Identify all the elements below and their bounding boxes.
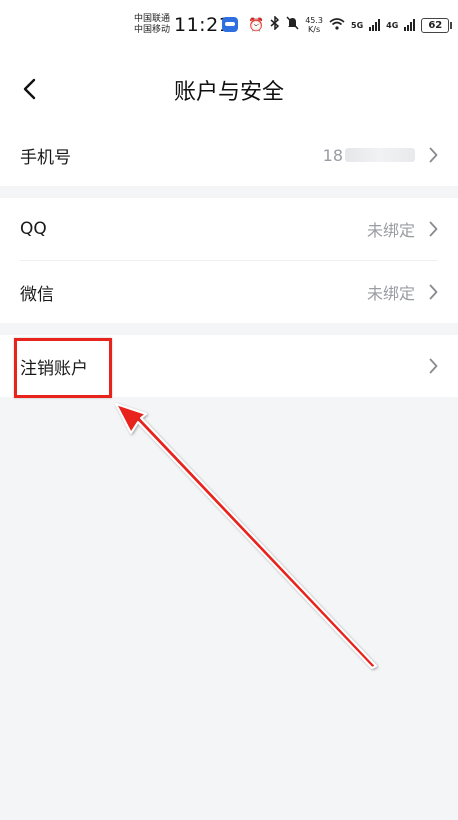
battery-icon: 62	[421, 17, 453, 33]
wechat-label: 微信	[20, 284, 54, 305]
phone-label: 手机号	[20, 147, 71, 168]
status-icons: ⏰ 45.3 K/s 5G 4G 62	[248, 15, 453, 35]
signal-icon-2	[404, 19, 416, 31]
page-header: 账户与安全	[0, 52, 458, 128]
page-title: 账户与安全	[173, 80, 284, 105]
signal-icon	[369, 19, 381, 31]
binding-group: QQ 未绑定 微信 未绑定	[0, 198, 458, 323]
net-speed-unit: K/s	[308, 25, 321, 34]
phone-group: 手机号 18	[0, 124, 458, 186]
net-speed-value: 45.3	[305, 16, 323, 25]
phone-mask	[345, 148, 415, 162]
mute-icon	[286, 16, 299, 34]
alarm-icon: ⏰	[248, 17, 265, 33]
net-speed: 45.3 K/s	[305, 16, 323, 34]
carrier-info: 中国联通 中国移动	[134, 14, 170, 36]
net-5g-label: 5G	[351, 20, 364, 30]
wifi-icon	[329, 17, 345, 34]
chevron-right-icon	[429, 147, 438, 163]
carrier-top: 中国联通	[134, 14, 171, 24]
phone-value: 18	[323, 146, 415, 165]
bluetooth-icon	[270, 15, 280, 34]
app-icon	[222, 17, 238, 32]
phone-value-prefix: 18	[322, 145, 343, 165]
wechat-right: 未绑定	[367, 280, 438, 304]
qq-right: 未绑定	[367, 217, 438, 241]
carrier-bottom: 中国移动	[134, 25, 171, 35]
phone-row[interactable]: 手机号 18	[0, 124, 458, 186]
qq-status: 未绑定	[366, 221, 415, 240]
status-bar: 中国联通 中国移动 11:21 ⏰ 45.3 K/s 5G 4G 62	[0, 0, 458, 52]
chevron-right-icon	[429, 221, 438, 237]
chevron-right-icon	[429, 358, 438, 374]
wechat-status: 未绑定	[366, 284, 415, 303]
chevron-right-icon	[429, 284, 438, 300]
qq-row[interactable]: QQ 未绑定	[0, 198, 458, 260]
cancel-account-right	[429, 358, 438, 374]
wechat-row[interactable]: 微信 未绑定	[0, 261, 458, 323]
annotation-highlight-box	[14, 338, 112, 398]
phone-right: 18	[323, 146, 438, 165]
net-4g-label: 4G	[386, 20, 399, 30]
qq-label: QQ	[20, 219, 47, 239]
